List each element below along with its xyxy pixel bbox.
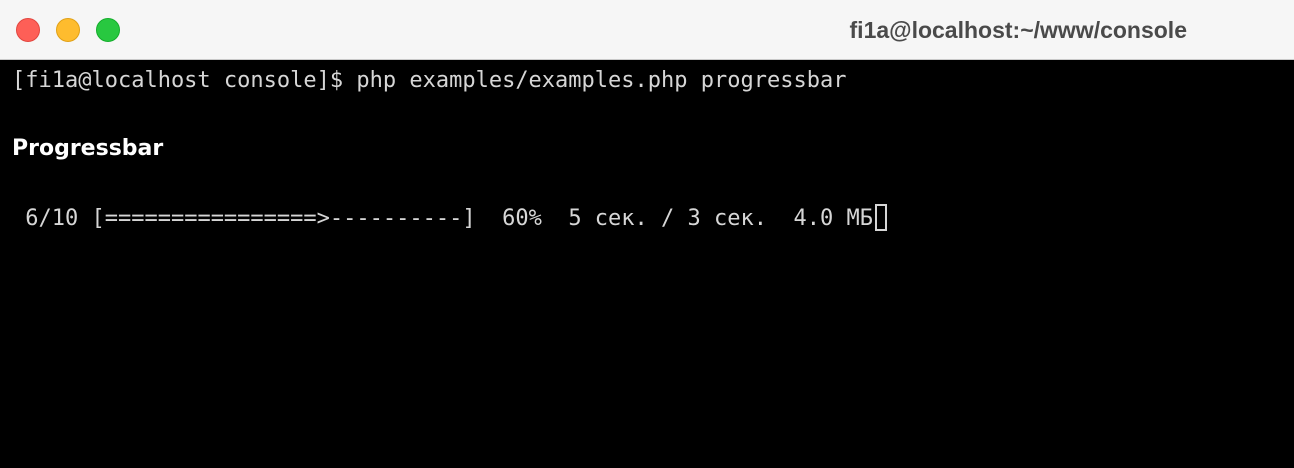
terminal-window: fi1a@localhost:~/www/console [fi1a@local… <box>0 0 1294 468</box>
text-cursor <box>874 204 887 231</box>
output-heading: Progressbar <box>12 136 164 161</box>
progress-time: 5 сек. / 3 сек. <box>541 206 767 231</box>
window-title: fi1a@localhost:~/www/console <box>849 17 1187 43</box>
command-line: [fi1a@localhost console]$ php examples/e… <box>12 67 846 95</box>
progress-count: 6/10 <box>12 206 92 231</box>
zoom-window-button[interactable] <box>96 18 120 42</box>
shell-prompt: [fi1a@localhost console]$ <box>12 68 357 93</box>
minimize-window-button[interactable] <box>56 18 80 42</box>
close-window-button[interactable] <box>16 18 40 42</box>
title-bar[interactable]: fi1a@localhost:~/www/console <box>0 0 1294 60</box>
terminal-output[interactable]: [fi1a@localhost console]$ php examples/e… <box>0 60 1294 468</box>
progress-bar: [================>----------] <box>91 206 476 231</box>
progress-line: 6/10 [================>----------] 60% 5… <box>12 204 887 233</box>
progress-memory: 4.0 МБ <box>767 206 873 231</box>
progress-percent: 60% <box>475 206 542 231</box>
command-text: php examples/examples.php progressbar <box>356 68 847 93</box>
